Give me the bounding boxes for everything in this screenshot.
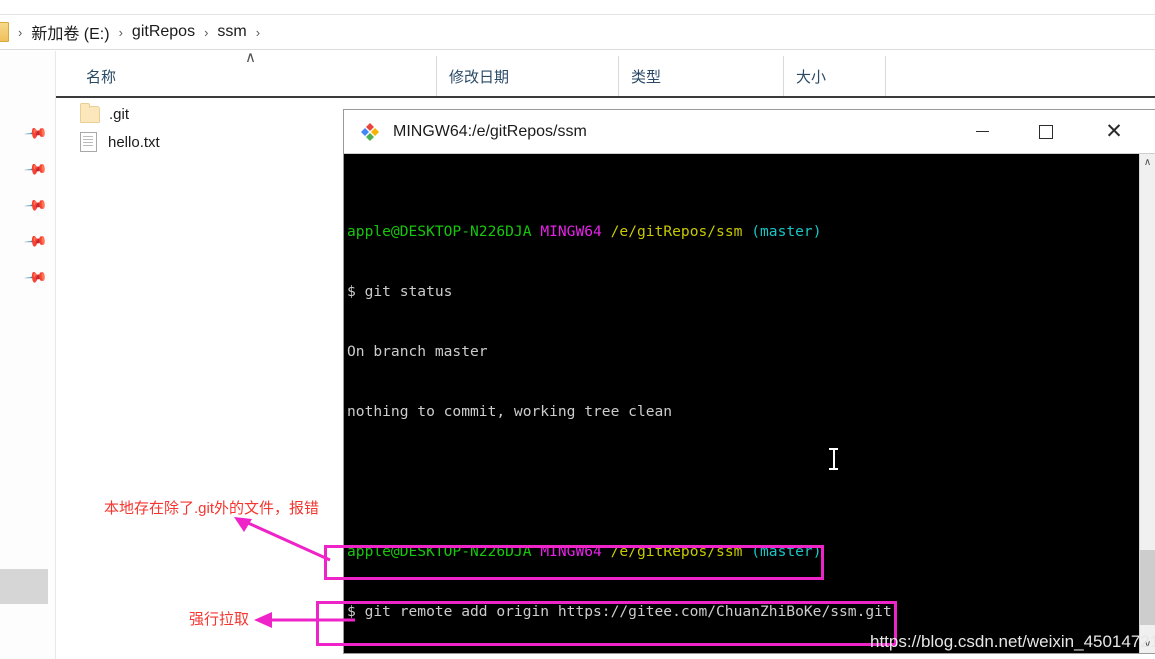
git-bash-icon — [360, 122, 380, 142]
breadcrumb-item-drive[interactable]: 新加卷 (E:) — [31, 20, 109, 44]
column-header-type[interactable]: 类型 — [618, 56, 783, 96]
close-button[interactable]: ✕ — [1091, 110, 1137, 153]
column-header-name[interactable]: 名称 — [74, 56, 472, 96]
terminal-scrollbar[interactable]: ∧ ∨ — [1139, 154, 1155, 653]
watermark: https://blog.csdn.net/weixin_45014721 — [870, 632, 1155, 651]
text-file-icon — [80, 132, 97, 152]
sort-ascending-caret-icon: ∧ — [245, 49, 256, 66]
file-list: .git hello.txt — [60, 100, 360, 156]
minimize-icon — [975, 131, 989, 132]
minimize-button[interactable] — [959, 110, 1005, 153]
terminal-prompt-line: apple@DESKTOP-N226DJA MINGW64 /e/gitRepo… — [347, 542, 1139, 562]
file-name: hello.txt — [108, 133, 160, 151]
terminal-title-bar[interactable]: MINGW64:/e/gitRepos/ssm ✕ — [344, 110, 1155, 154]
maximize-button[interactable] — [1023, 110, 1069, 153]
file-list-column-headers: 名称 修改日期 类型 大小 — [56, 56, 1155, 98]
drive-icon — [0, 22, 9, 42]
pin-icon[interactable]: 📌 — [22, 229, 48, 254]
breadcrumb[interactable]: › 新加卷 (E:) › gitRepos › ssm › — [0, 14, 1155, 50]
folder-icon — [80, 102, 100, 123]
terminal-title: MINGW64:/e/gitRepos/ssm — [393, 122, 587, 140]
column-header-divider — [885, 56, 887, 96]
breadcrumb-separator-1: › — [118, 24, 123, 40]
terminal-output[interactable]: apple@DESKTOP-N226DJA MINGW64 /e/gitRepo… — [344, 154, 1139, 653]
terminal-prompt-line: apple@DESKTOP-N226DJA MINGW64 /e/gitRepo… — [347, 222, 1139, 242]
pin-icon[interactable]: 📌 — [22, 265, 48, 290]
prompt-user: apple@DESKTOP-N226DJA — [347, 223, 532, 240]
pin-icon[interactable]: 📌 — [22, 193, 48, 218]
navigation-pane: 📌 📌 📌 📌 📌 — [0, 51, 56, 659]
prompt-shell: MINGW64 — [540, 223, 602, 240]
breadcrumb-separator-2: › — [204, 24, 209, 40]
file-name: .git — [109, 105, 130, 123]
breadcrumb-separator-0: › — [18, 24, 23, 40]
scrollbar-thumb[interactable] — [1140, 550, 1155, 625]
terminal-line: nothing to commit, working tree clean — [347, 403, 673, 420]
breadcrumb-separator-3: › — [255, 24, 261, 40]
maximize-icon — [1039, 124, 1053, 139]
list-item[interactable]: hello.txt — [60, 128, 360, 156]
list-item[interactable]: .git — [60, 100, 360, 128]
nav-selected-item[interactable] — [0, 569, 48, 604]
pin-icon[interactable]: 📌 — [22, 157, 48, 182]
pin-icon[interactable]: 📌 — [22, 121, 48, 146]
close-icon: ✕ — [1105, 120, 1123, 143]
terminal-line: On branch master — [347, 343, 488, 360]
prompt-shell: MINGW64 — [540, 543, 602, 560]
breadcrumb-item-gitrepos[interactable]: gitRepos — [132, 23, 195, 41]
prompt-user: apple@DESKTOP-N226DJA — [347, 543, 532, 560]
annotation-error-note: 本地存在除了.git外的文件，报错 — [104, 500, 320, 517]
scroll-up-icon[interactable]: ∧ — [1140, 154, 1155, 171]
prompt-path: /e/gitRepos/ssm — [610, 543, 743, 560]
prompt-branch: (master) — [751, 543, 822, 560]
column-header-date-modified[interactable]: 修改日期 — [436, 56, 618, 96]
breadcrumb-item-ssm[interactable]: ssm — [217, 23, 246, 41]
prompt-branch: (master) — [751, 223, 822, 240]
mingw64-terminal-window[interactable]: MINGW64:/e/gitRepos/ssm ✕ apple@DESKTOP-… — [344, 110, 1155, 653]
terminal-line: $ git remote add origin https://gitee.co… — [347, 603, 892, 620]
terminal-line: $ git status — [347, 283, 453, 300]
column-header-size[interactable]: 大小 — [783, 56, 943, 96]
annotation-force-note: 强行拉取 — [189, 611, 250, 628]
prompt-path: /e/gitRepos/ssm — [610, 223, 743, 240]
